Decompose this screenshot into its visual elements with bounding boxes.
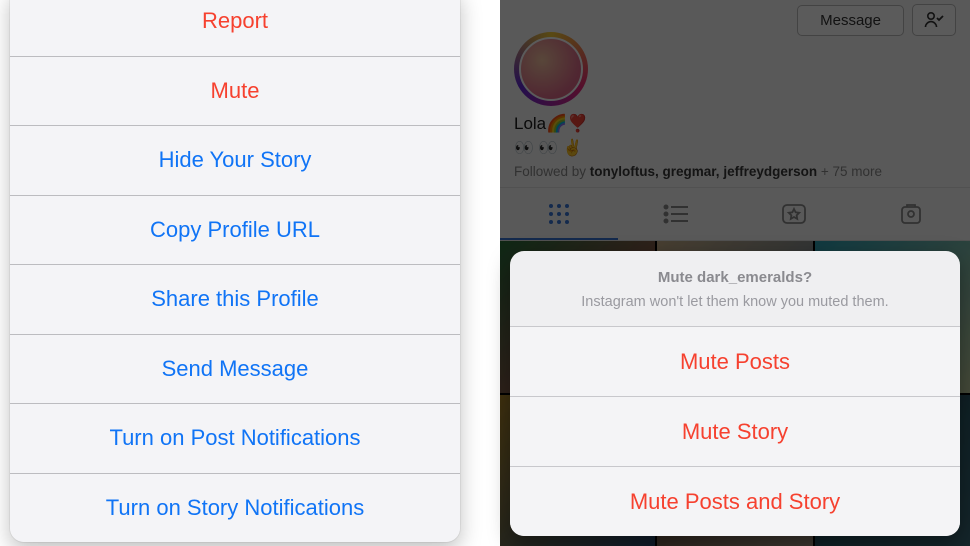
option-label: Mute xyxy=(211,78,260,104)
option-mute-posts[interactable]: Mute Posts xyxy=(510,326,960,396)
option-label: Mute Posts xyxy=(680,349,790,375)
option-copy-profile-url[interactable]: Copy Profile URL xyxy=(10,195,460,265)
option-report[interactable]: Report xyxy=(10,0,460,56)
option-label: Hide Your Story xyxy=(159,147,312,173)
option-label: Mute Posts and Story xyxy=(630,489,840,515)
option-send-message[interactable]: Send Message xyxy=(10,334,460,404)
mute-sheet-header: Mute dark_emeralds? Instagram won't let … xyxy=(510,251,960,326)
option-mute[interactable]: Mute xyxy=(10,56,460,126)
option-turn-on-story-notifs[interactable]: Turn on Story Notifications xyxy=(10,473,460,543)
option-label: Copy Profile URL xyxy=(150,217,320,243)
profile-options-sheet: Report Mute Hide Your Story Copy Profile… xyxy=(10,0,460,542)
mute-confirm-sheet: Mute dark_emeralds? Instagram won't let … xyxy=(510,251,960,536)
option-turn-on-post-notifs[interactable]: Turn on Post Notifications xyxy=(10,403,460,473)
mute-sheet-subtitle: Instagram won't let them know you muted … xyxy=(530,294,940,310)
option-label: Report xyxy=(202,8,268,34)
right-phone: Message Lola🌈❣️ 👀 👀 ✌️ Followed by tonyl… xyxy=(500,0,970,546)
option-label: Share this Profile xyxy=(151,286,319,312)
option-label: Turn on Post Notifications xyxy=(109,425,360,451)
left-phone: Report Mute Hide Your Story Copy Profile… xyxy=(0,0,470,546)
gap xyxy=(470,0,500,546)
option-label: Send Message xyxy=(162,356,309,382)
mute-sheet-title: Mute dark_emeralds? xyxy=(530,269,940,286)
option-mute-story[interactable]: Mute Story xyxy=(510,396,960,466)
option-mute-posts-and-story[interactable]: Mute Posts and Story xyxy=(510,466,960,536)
option-hide-your-story[interactable]: Hide Your Story xyxy=(10,125,460,195)
option-share-this-profile[interactable]: Share this Profile xyxy=(10,264,460,334)
option-label: Mute Story xyxy=(682,419,788,445)
option-label: Turn on Story Notifications xyxy=(106,495,364,521)
